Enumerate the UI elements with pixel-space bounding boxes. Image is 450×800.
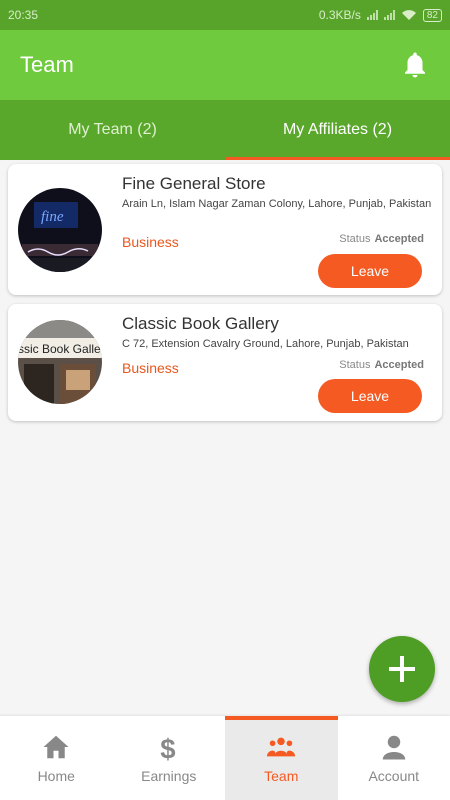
tab-my-affiliates[interactable]: My Affiliates (2) — [225, 100, 450, 160]
nav-account[interactable]: Account — [338, 716, 450, 800]
nav-label: Account — [368, 768, 420, 784]
affiliate-card[interactable]: fine Fine General Store Arain Ln, Islam … — [8, 164, 442, 295]
status-key: Status — [339, 233, 371, 245]
tab-my-team[interactable]: My Team (2) — [0, 100, 225, 160]
leave-button[interactable]: Leave — [318, 379, 422, 413]
store-image: ssic Book Galle — [18, 320, 102, 404]
wifi-icon — [401, 10, 416, 20]
status-label: Status Accepted — [339, 233, 424, 245]
svg-text:$: $ — [160, 733, 175, 762]
affiliate-card[interactable]: ssic Book Galle Classic Book Gallery C 7… — [8, 304, 442, 421]
status-indicators: 0.3KB/s 82 — [319, 8, 442, 22]
home-icon — [43, 735, 69, 759]
network-speed: 0.3KB/s — [318, 8, 361, 22]
bell-icon[interactable] — [400, 50, 430, 80]
status-badge: Accepted — [374, 233, 424, 245]
store-address: Arain Ln, Islam Nagar Zaman Colony, Laho… — [122, 198, 432, 210]
status-label: Status Accepted — [339, 359, 424, 371]
person-icon — [382, 735, 405, 760]
nav-team[interactable]: Team — [225, 716, 338, 800]
store-sign-text: fine — [41, 209, 64, 225]
status-key: Status — [339, 359, 371, 371]
store-name: Fine General Store — [122, 174, 266, 193]
store-address: C 72, Extension Cavalry Ground, Lahore, … — [122, 338, 409, 350]
tab-label: My Affiliates (2) — [282, 121, 393, 138]
bottom-nav: Home $ Earnings Team Account — [0, 716, 450, 800]
store-type: Business — [122, 234, 179, 250]
store-type: Business — [122, 360, 179, 376]
status-badge: Accepted — [374, 359, 424, 371]
add-affiliate-button[interactable] — [369, 636, 435, 702]
nav-label: Home — [37, 768, 75, 784]
nav-label: Earnings — [141, 768, 197, 784]
signal-icon-2 — [383, 10, 395, 20]
status-bar: 20:35 0.3KB/s 82 — [0, 0, 450, 30]
plus-icon — [389, 656, 415, 682]
tab-label: My Team (2) — [68, 121, 157, 138]
nav-home[interactable]: Home — [0, 716, 113, 800]
signal-icon — [366, 10, 378, 20]
store-name: Classic Book Gallery — [122, 314, 279, 333]
dollar-icon: $ — [160, 733, 175, 762]
nav-label: Team — [264, 768, 299, 784]
app-bar: Team — [0, 30, 450, 100]
team-icon — [267, 737, 296, 757]
page-title: Team — [20, 52, 74, 77]
leave-button[interactable]: Leave — [318, 254, 422, 288]
status-time: 20:35 — [8, 8, 39, 22]
battery-icon: 82 — [422, 8, 442, 22]
nav-earnings[interactable]: $ Earnings — [113, 716, 226, 800]
store-image: fine — [18, 188, 102, 272]
affiliate-list: fine Fine General Store Arain Ln, Islam … — [0, 160, 450, 421]
store-sign-text: ssic Book Galle — [18, 342, 101, 356]
tab-bar: My Team (2) My Affiliates (2) — [0, 100, 450, 160]
